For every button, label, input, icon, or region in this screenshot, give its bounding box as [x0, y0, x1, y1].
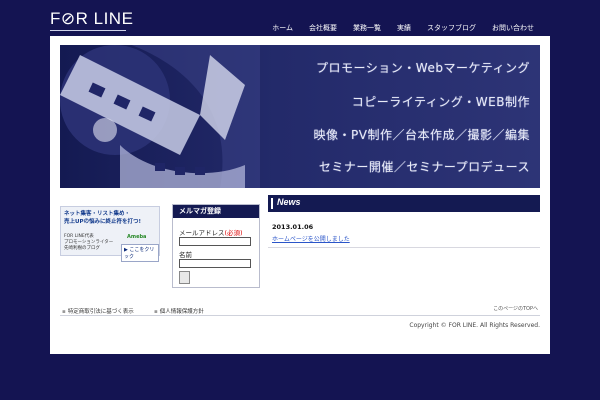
- news-accent-bar: [271, 198, 273, 209]
- name-field[interactable]: [179, 259, 251, 268]
- blog-banner-headline-1: ネット集客・リスト集め・: [64, 211, 131, 217]
- email-label-text: メールアドレス: [179, 229, 225, 237]
- mailmag-title: メルマガ登録: [173, 205, 259, 218]
- footer-link-privacy[interactable]: ▪ 個人情報保護方針: [154, 307, 204, 315]
- nav-contact[interactable]: お問い合わせ: [484, 23, 542, 33]
- site-logo[interactable]: F⊘R LINE: [50, 9, 133, 29]
- nav-services[interactable]: 業務一覧: [345, 23, 389, 33]
- blog-click-button[interactable]: ▶ ここをクリック: [121, 244, 159, 262]
- hero-line-promotion: プロモーション・Webマーケティング: [316, 61, 530, 75]
- news-date: 2013.01.06: [272, 223, 314, 231]
- email-label: メールアドレス(必須): [179, 227, 243, 237]
- footer-link-commerce-law[interactable]: ▪ 特定商取引法に基づく表示: [62, 307, 134, 315]
- hero-banner: プロモーション・Webマーケティング コピーライティング・WEB制作 映像・PV…: [60, 45, 540, 188]
- nav-home[interactable]: ホーム: [264, 23, 301, 33]
- mailmag-form: メルマガ登録 メールアドレス(必須) 名前: [172, 204, 260, 288]
- blog-banner-sub: FOR LINE代表 プロモーションライター 先崎利樹のブログ: [64, 234, 113, 252]
- nav-works[interactable]: 実績: [389, 23, 419, 33]
- mailmag-submit-button[interactable]: [179, 271, 190, 284]
- nav-staff-blog[interactable]: スタッフブログ: [419, 23, 484, 33]
- news-item-link[interactable]: ホームページを公開しました: [272, 234, 350, 243]
- news-header: News: [268, 195, 540, 212]
- hero-line-seminar: セミナー開催／セミナープロデュース: [318, 160, 530, 174]
- main-nav: ホーム 会社概要 業務一覧 実績 スタッフブログ お問い合わせ: [264, 23, 542, 33]
- news-divider: [268, 247, 540, 248]
- nav-company[interactable]: 会社概要: [301, 23, 345, 33]
- header: F⊘R LINE ホーム 会社概要 業務一覧 実績 スタッフブログ お問い合わせ: [0, 0, 600, 36]
- hero-line-copywriting: コピーライティング・WEB制作: [351, 95, 530, 109]
- back-to-top-link[interactable]: このページのTOPへ: [493, 305, 538, 312]
- required-mark: (必須): [224, 229, 243, 237]
- copyright-text: Copyright © FOR LINE. All Rights Reserve…: [409, 322, 540, 329]
- logo-underline: [50, 30, 126, 31]
- blog-banner-headline: ネット集客・リスト集め・ 売上UPの悩みに終止符を打つ!: [64, 210, 141, 226]
- hero-film-illustration: [60, 45, 260, 188]
- footer-divider: [60, 315, 540, 316]
- blog-banner[interactable]: ネット集客・リスト集め・ 売上UPの悩みに終止符を打つ! FOR LINE代表 …: [60, 206, 160, 262]
- name-label: 名前: [179, 251, 192, 259]
- blog-banner-sub-1: FOR LINE代表: [64, 234, 94, 239]
- ameba-logo: Ameba: [127, 234, 147, 240]
- email-field[interactable]: [179, 237, 251, 246]
- blog-banner-sub-2: プロモーションライター: [64, 240, 114, 245]
- blog-banner-sub-3: 先崎利樹のブログ: [64, 246, 100, 251]
- hero-line-video: 映像・PV制作／台本作成／撮影／編集: [313, 128, 530, 142]
- blog-banner-headline-2: 売上UPの悩みに終止符を打つ!: [64, 219, 142, 225]
- news-title: News: [277, 197, 301, 207]
- content-card: プロモーション・Webマーケティング コピーライティング・WEB制作 映像・PV…: [50, 36, 550, 354]
